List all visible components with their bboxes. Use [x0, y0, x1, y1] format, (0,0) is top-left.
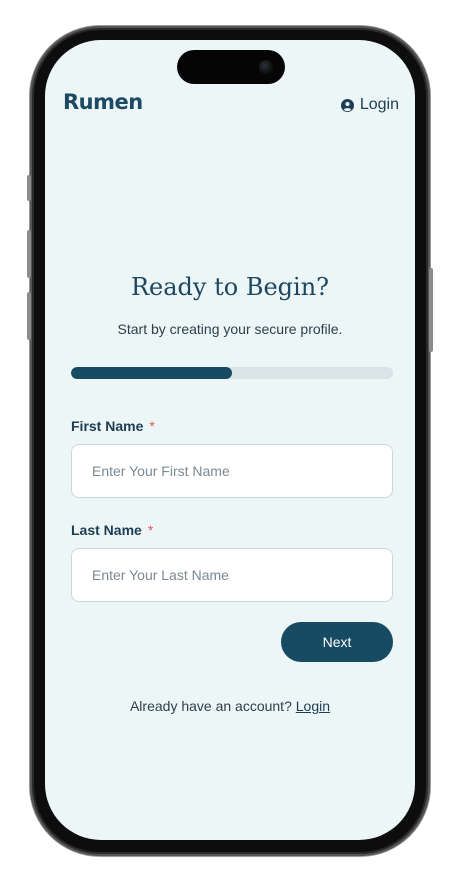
first-name-input[interactable]	[71, 444, 393, 498]
page-title: Ready to Begin?	[130, 273, 330, 301]
last-name-input[interactable]	[71, 548, 393, 602]
login-prompt: Already have an account? Login	[45, 698, 415, 714]
required-asterisk: *	[149, 418, 155, 434]
first-name-label-text: First Name	[71, 418, 144, 434]
page-subtitle: Start by creating your secure profile.	[117, 321, 343, 337]
brand-logo[interactable]: Rumen	[63, 90, 143, 114]
header-login-label: Login	[359, 96, 399, 113]
side-button-volume-down	[27, 292, 31, 340]
app-screen: Rumen Login Ready to Begin? Start by cre…	[45, 40, 415, 840]
signup-progress-bar	[71, 367, 393, 379]
footer-login-link[interactable]: Login	[296, 698, 330, 714]
side-button-volume-up	[27, 230, 31, 278]
side-button-action	[27, 175, 31, 201]
progress-fill	[71, 367, 232, 379]
required-asterisk: *	[147, 522, 154, 538]
last-name-label: Last Name *	[71, 522, 153, 538]
login-prompt-text: Already have an account?	[129, 698, 292, 714]
front-camera	[259, 60, 273, 74]
last-name-label-text: Last Name	[71, 522, 142, 538]
first-name-label: First Name *	[71, 418, 155, 434]
next-button[interactable]: Next	[281, 622, 393, 662]
header-login-button[interactable]: Login	[340, 96, 399, 114]
dynamic-island	[177, 50, 285, 84]
side-button-power	[429, 268, 433, 352]
user-circle-icon	[340, 98, 354, 112]
